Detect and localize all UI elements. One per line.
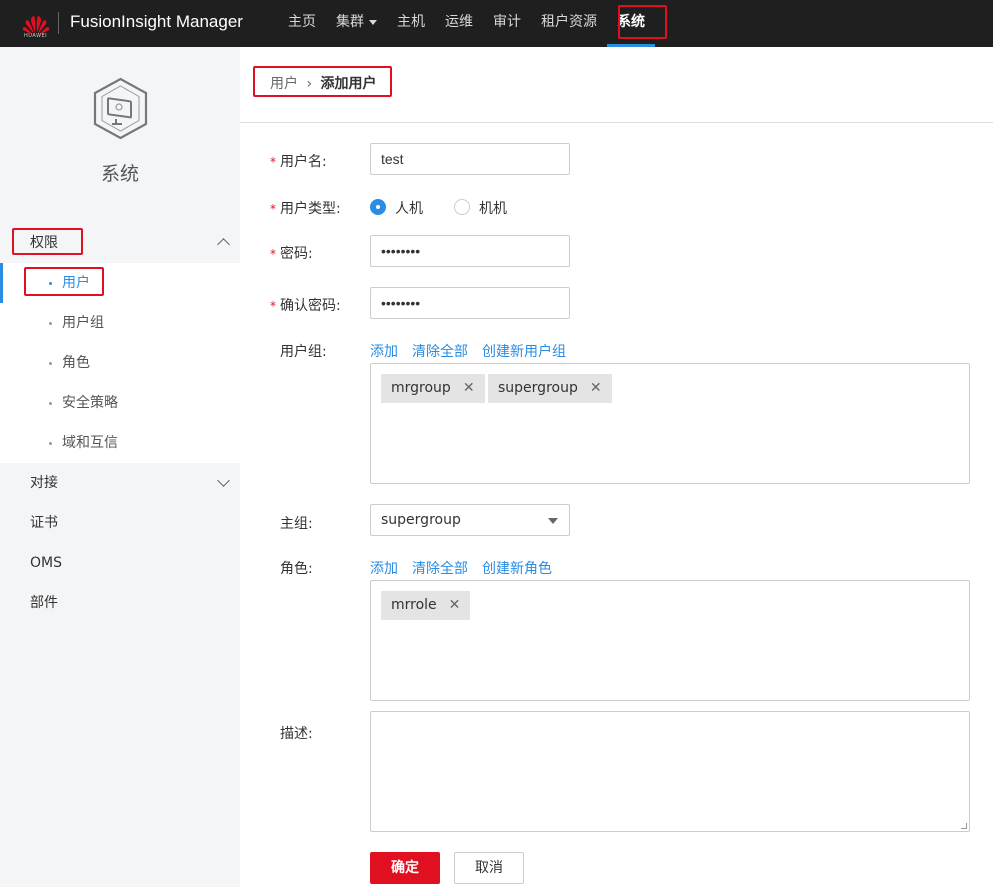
sidebar-title: 系统 — [100, 163, 139, 185]
sidebar-group-oms[interactable]: OMS — [0, 543, 240, 583]
dropdown-arrow-icon — [548, 518, 558, 524]
cancel-button[interactable]: 取消 — [454, 852, 524, 884]
radio-unchecked-icon — [454, 199, 470, 215]
close-icon[interactable]: ✕ — [590, 374, 602, 403]
user-group-tagbox[interactable]: mrgroup ✕ supergroup ✕ — [370, 363, 970, 484]
nav-system[interactable]: 系统 — [607, 0, 655, 47]
description-textarea[interactable] — [370, 711, 970, 832]
top-nav: 主页 集群 主机 运维 审计 租户资源 系统 — [278, 0, 655, 47]
logo-text: HUAWEI — [24, 33, 48, 39]
app-title: FusionInsight Manager — [70, 12, 243, 31]
clear-user-groups-link[interactable]: 清除全部 — [412, 341, 468, 361]
system-monitor-icon — [93, 77, 148, 140]
divider — [240, 122, 993, 123]
confirm-password-input[interactable] — [370, 287, 570, 319]
sidebar-item-user-groups[interactable]: 用户组 — [0, 303, 240, 343]
username-input[interactable] — [370, 143, 570, 175]
add-user-group-link[interactable]: 添加 — [370, 341, 398, 361]
sidebar-item-roles[interactable]: 角色 — [0, 343, 240, 383]
password-label: * 密码: — [270, 246, 313, 262]
nav-home[interactable]: 主页 — [278, 0, 326, 47]
bullet-dot — [49, 442, 52, 445]
resize-handle-icon[interactable] — [961, 823, 967, 829]
username-label: * 用户名: — [270, 154, 327, 170]
create-user-group-link[interactable]: 创建新用户组 — [482, 341, 566, 361]
nav-audit[interactable]: 审计 — [483, 0, 531, 47]
chevron-up-icon — [217, 238, 230, 251]
clear-roles-link[interactable]: 清除全部 — [412, 558, 468, 578]
required-mark: * — [270, 202, 276, 216]
primary-group-label: 主组: — [280, 516, 313, 532]
create-role-link[interactable]: 创建新角色 — [482, 558, 552, 578]
bullet-dot — [49, 362, 52, 365]
required-mark: * — [270, 247, 276, 261]
nav-hosts[interactable]: 主机 — [387, 0, 435, 47]
user-group-tag: mrgroup ✕ — [381, 374, 485, 403]
role-tag: mrrole ✕ — [381, 591, 471, 620]
required-mark: * — [270, 155, 276, 169]
bullet-dot — [49, 282, 52, 285]
primary-group-select[interactable]: supergroup — [370, 504, 570, 536]
sidebar-item-users[interactable]: 用户 — [0, 263, 240, 303]
role-label: 角色: — [280, 561, 313, 577]
sidebar-group-components[interactable]: 部件 — [0, 583, 240, 623]
sidebar-item-security-policy[interactable]: 安全策略 — [0, 383, 240, 423]
radio-checked-icon — [370, 199, 386, 215]
bullet-dot — [49, 322, 52, 325]
chevron-down-icon — [217, 474, 230, 487]
required-mark: * — [270, 299, 276, 313]
logo-divider — [58, 12, 59, 34]
user-group-tag: supergroup ✕ — [488, 374, 612, 403]
confirm-password-label: * 确认密码: — [270, 298, 341, 314]
bullet-dot — [49, 402, 52, 405]
sidebar: 系统 权限 用户 用户组 角色 安全策略 域和互信 对接 证书 OMS 部件 — [0, 47, 240, 887]
close-icon[interactable]: ✕ — [449, 591, 461, 620]
add-role-link[interactable]: 添加 — [370, 558, 398, 578]
sidebar-group-certificates[interactable]: 证书 — [0, 503, 240, 543]
breadcrumb-current: 添加用户 — [320, 76, 377, 92]
breadcrumb-parent[interactable]: 用户 — [270, 76, 298, 92]
nav-ops[interactable]: 运维 — [435, 0, 483, 47]
breadcrumb: 用户 › 添加用户 — [270, 73, 377, 93]
user-group-label: 用户组: — [280, 344, 327, 360]
breadcrumb-separator: › — [306, 76, 313, 92]
role-tagbox[interactable]: mrrole ✕ — [370, 580, 970, 701]
ok-button[interactable]: 确定 — [370, 852, 440, 884]
chevron-down-icon — [369, 19, 377, 25]
close-icon[interactable]: ✕ — [463, 374, 475, 403]
password-input[interactable] — [370, 235, 570, 267]
permissions-submenu: 用户 用户组 角色 安全策略 域和互信 — [0, 263, 240, 463]
user-type-label: * 用户类型: — [270, 201, 341, 217]
sidebar-item-domain-trust[interactable]: 域和互信 — [0, 423, 240, 463]
description-label: 描述: — [280, 726, 313, 742]
sidebar-group-permissions[interactable]: 权限 — [0, 223, 240, 263]
active-indicator — [0, 263, 3, 303]
nav-cluster[interactable]: 集群 — [326, 0, 387, 47]
nav-tenant-resources[interactable]: 租户资源 — [531, 0, 607, 47]
top-bar: HUAWEI FusionInsight Manager 主页 集群 主机 运维… — [0, 0, 993, 47]
sidebar-group-integration[interactable]: 对接 — [0, 463, 240, 503]
